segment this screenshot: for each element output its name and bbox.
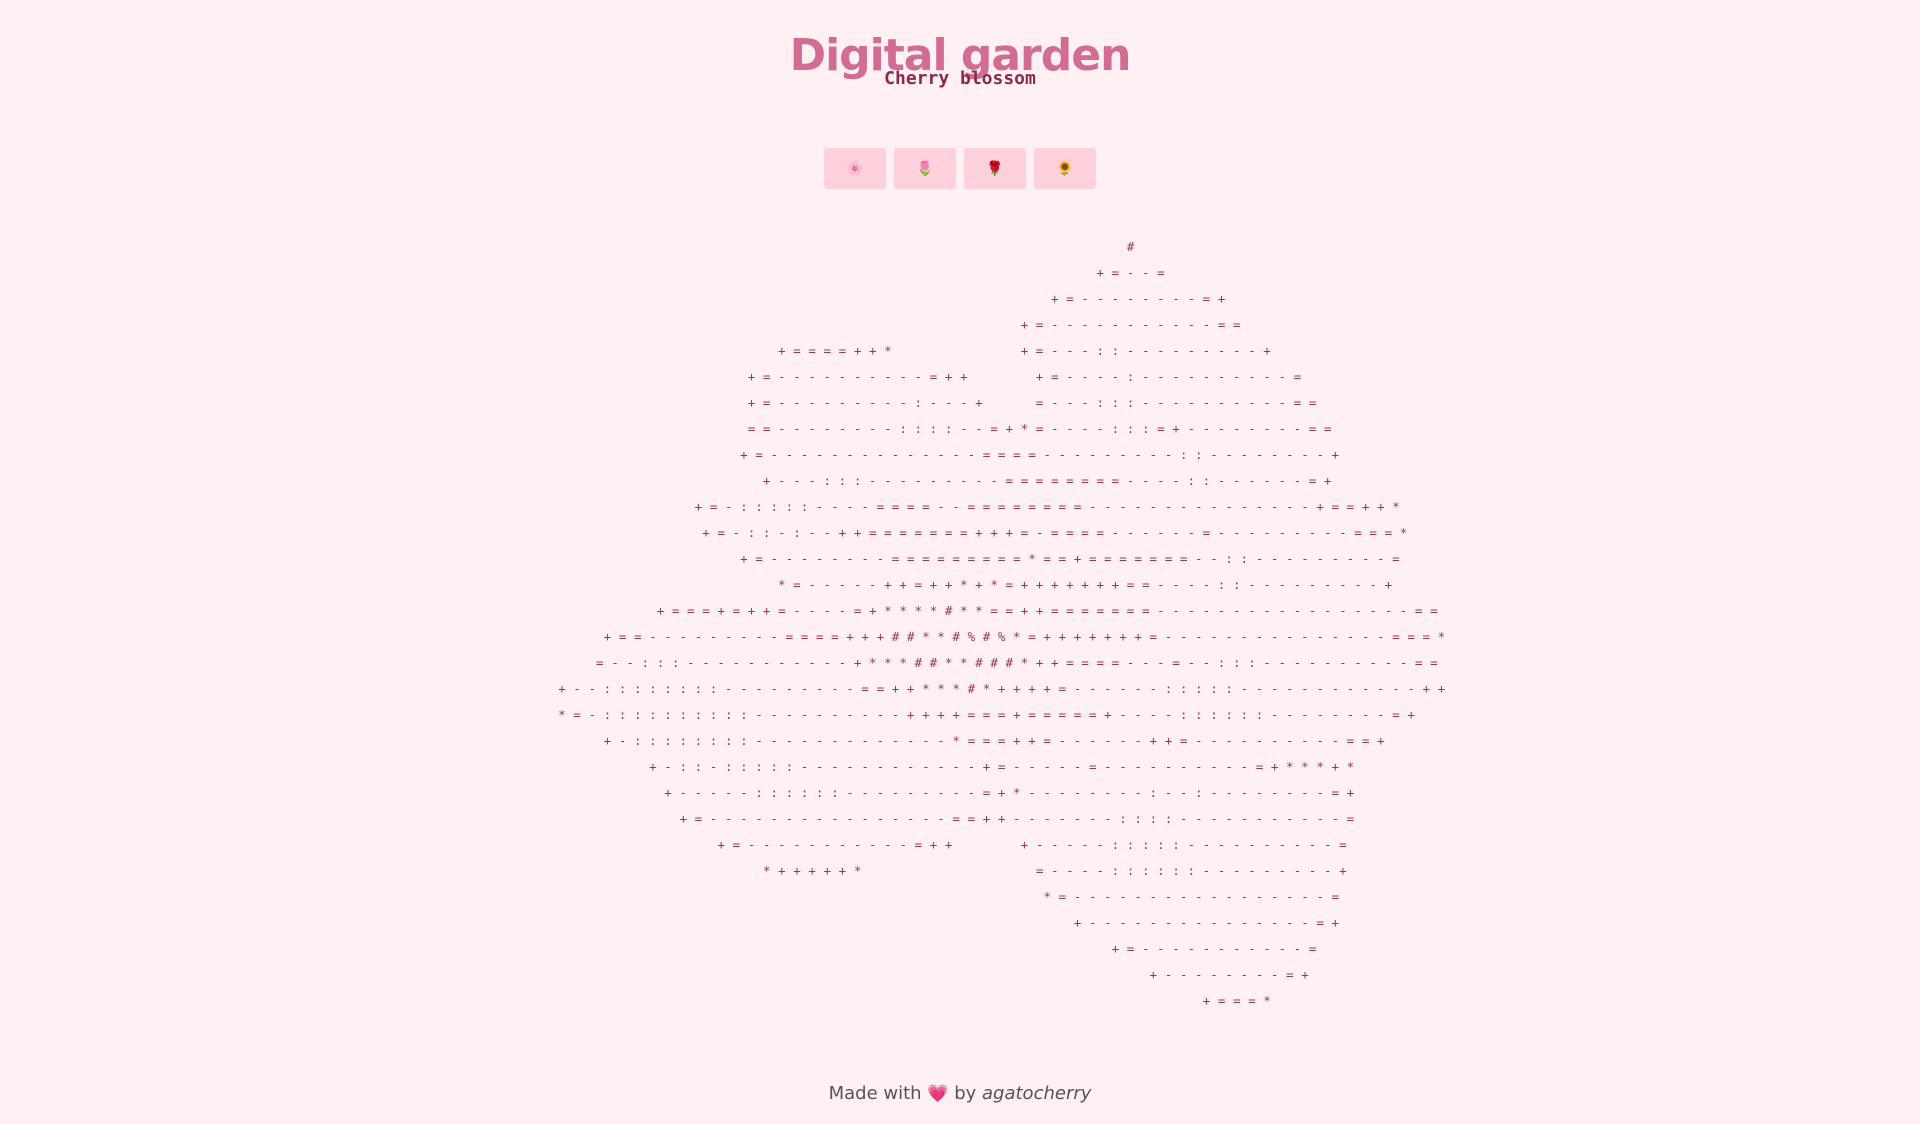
- ascii-art-row: = - - : : : - - - - - - - - - - - + * * …: [482, 655, 1438, 670]
- flower-name: Cherry blossom: [884, 68, 1036, 89]
- ascii-art-row: + = - - =: [588, 265, 1332, 280]
- ascii-art-row: + = - - - - - - - - = = = = = = = = = * …: [520, 551, 1400, 566]
- ascii-art-row: + - : : - : : : : : - - - - - - - - - - …: [565, 759, 1355, 774]
- sunflower-button[interactable]: 🌻: [1034, 148, 1096, 189]
- author-link[interactable]: agatocherry: [982, 1083, 1091, 1104]
- ascii-flower-art: # + = - - = + = - - - - - - - - = + + = …: [0, 234, 1920, 1014]
- ascii-art-row: + = - - - - - - - - - - = + + + = - - - …: [588, 369, 1332, 384]
- ascii-art-row: * = - - - - - + + = + + * + * = + + + + …: [527, 577, 1393, 592]
- heart-icon: 💗: [927, 1084, 949, 1104]
- tulip-button[interactable]: 🌷: [894, 148, 956, 189]
- ascii-art-row: + - - - - - : : : : : : - - - - - - - - …: [565, 785, 1355, 800]
- ascii-art-row: + - - - - - - - - = +: [611, 967, 1309, 982]
- rose-icon: 🌹: [986, 160, 1004, 176]
- sunflower-icon: 🌻: [1056, 160, 1074, 176]
- ascii-art-row: + - - : : : : : : : : - - - - - - - - - …: [474, 681, 1446, 696]
- ascii-art-row: + = = - - - - - - - - - = = = = + + + # …: [474, 629, 1446, 644]
- ascii-art-row: + = - - - - - - - - - - - - - - = = = = …: [580, 447, 1340, 462]
- footer-by: by: [954, 1083, 977, 1104]
- ascii-art-row: + = - - - - - - - - - - - = =: [588, 317, 1332, 332]
- ascii-art-row: + = - : : : : : - - - - = = = = - - = = …: [520, 499, 1400, 514]
- ascii-art-row: + = = = + = + + = - - - - = + * * * * # …: [482, 603, 1438, 618]
- cherry-blossom-icon: 🌸: [846, 160, 864, 176]
- ascii-art-row: + = - - - - - - - - - - - - - - - - = = …: [565, 811, 1355, 826]
- flower-selector: 🌸 🌷 🌹 🌻: [0, 148, 1920, 189]
- footer-prefix: Made with: [828, 1083, 922, 1104]
- ascii-art-row: + = = = = + + * + = - - - : : - - - - - …: [588, 343, 1332, 358]
- cherry-blossom-button[interactable]: 🌸: [824, 148, 886, 189]
- ascii-art-row: * = - - - - - - - - - - - - - - - - - =: [580, 889, 1340, 904]
- ascii-art-row: + - : : : : : : : : - - - - - - - - - - …: [535, 733, 1385, 748]
- ascii-art-row: + = - - - - - - - - = +: [588, 291, 1332, 306]
- ascii-art-row: + = - - - - - - - - - - - = + + + - - - …: [573, 837, 1347, 852]
- rose-button[interactable]: 🌹: [964, 148, 1026, 189]
- ascii-art-row: + = - - - - - - - - - - - =: [603, 941, 1317, 956]
- ascii-art-row: = = - - - - - - - - : : : : - - = + * = …: [588, 421, 1332, 436]
- ascii-art-row: + = - : : - : - - + + = = = = = = = + + …: [512, 525, 1408, 540]
- ascii-art-row: * = - : : : : : : : : : : - - - - - - - …: [505, 707, 1415, 722]
- ascii-art-row: #: [588, 239, 1332, 254]
- footer: Made with 💗 by agatocherry: [0, 1083, 1920, 1104]
- ascii-art-row: + = - - - - - - - - - : - - - + = - - - …: [588, 395, 1332, 410]
- ascii-art-row: * + + + + + * = - - - - : : : : : : - - …: [573, 863, 1347, 878]
- ascii-art-row: + - - - : : : - - - - - - - - - = = = = …: [588, 473, 1332, 488]
- ascii-art-row: + - - - - - - - - - - - - - - - = +: [580, 915, 1340, 930]
- tulip-icon: 🌷: [916, 160, 934, 176]
- ascii-art-row: + = = = *: [649, 993, 1271, 1008]
